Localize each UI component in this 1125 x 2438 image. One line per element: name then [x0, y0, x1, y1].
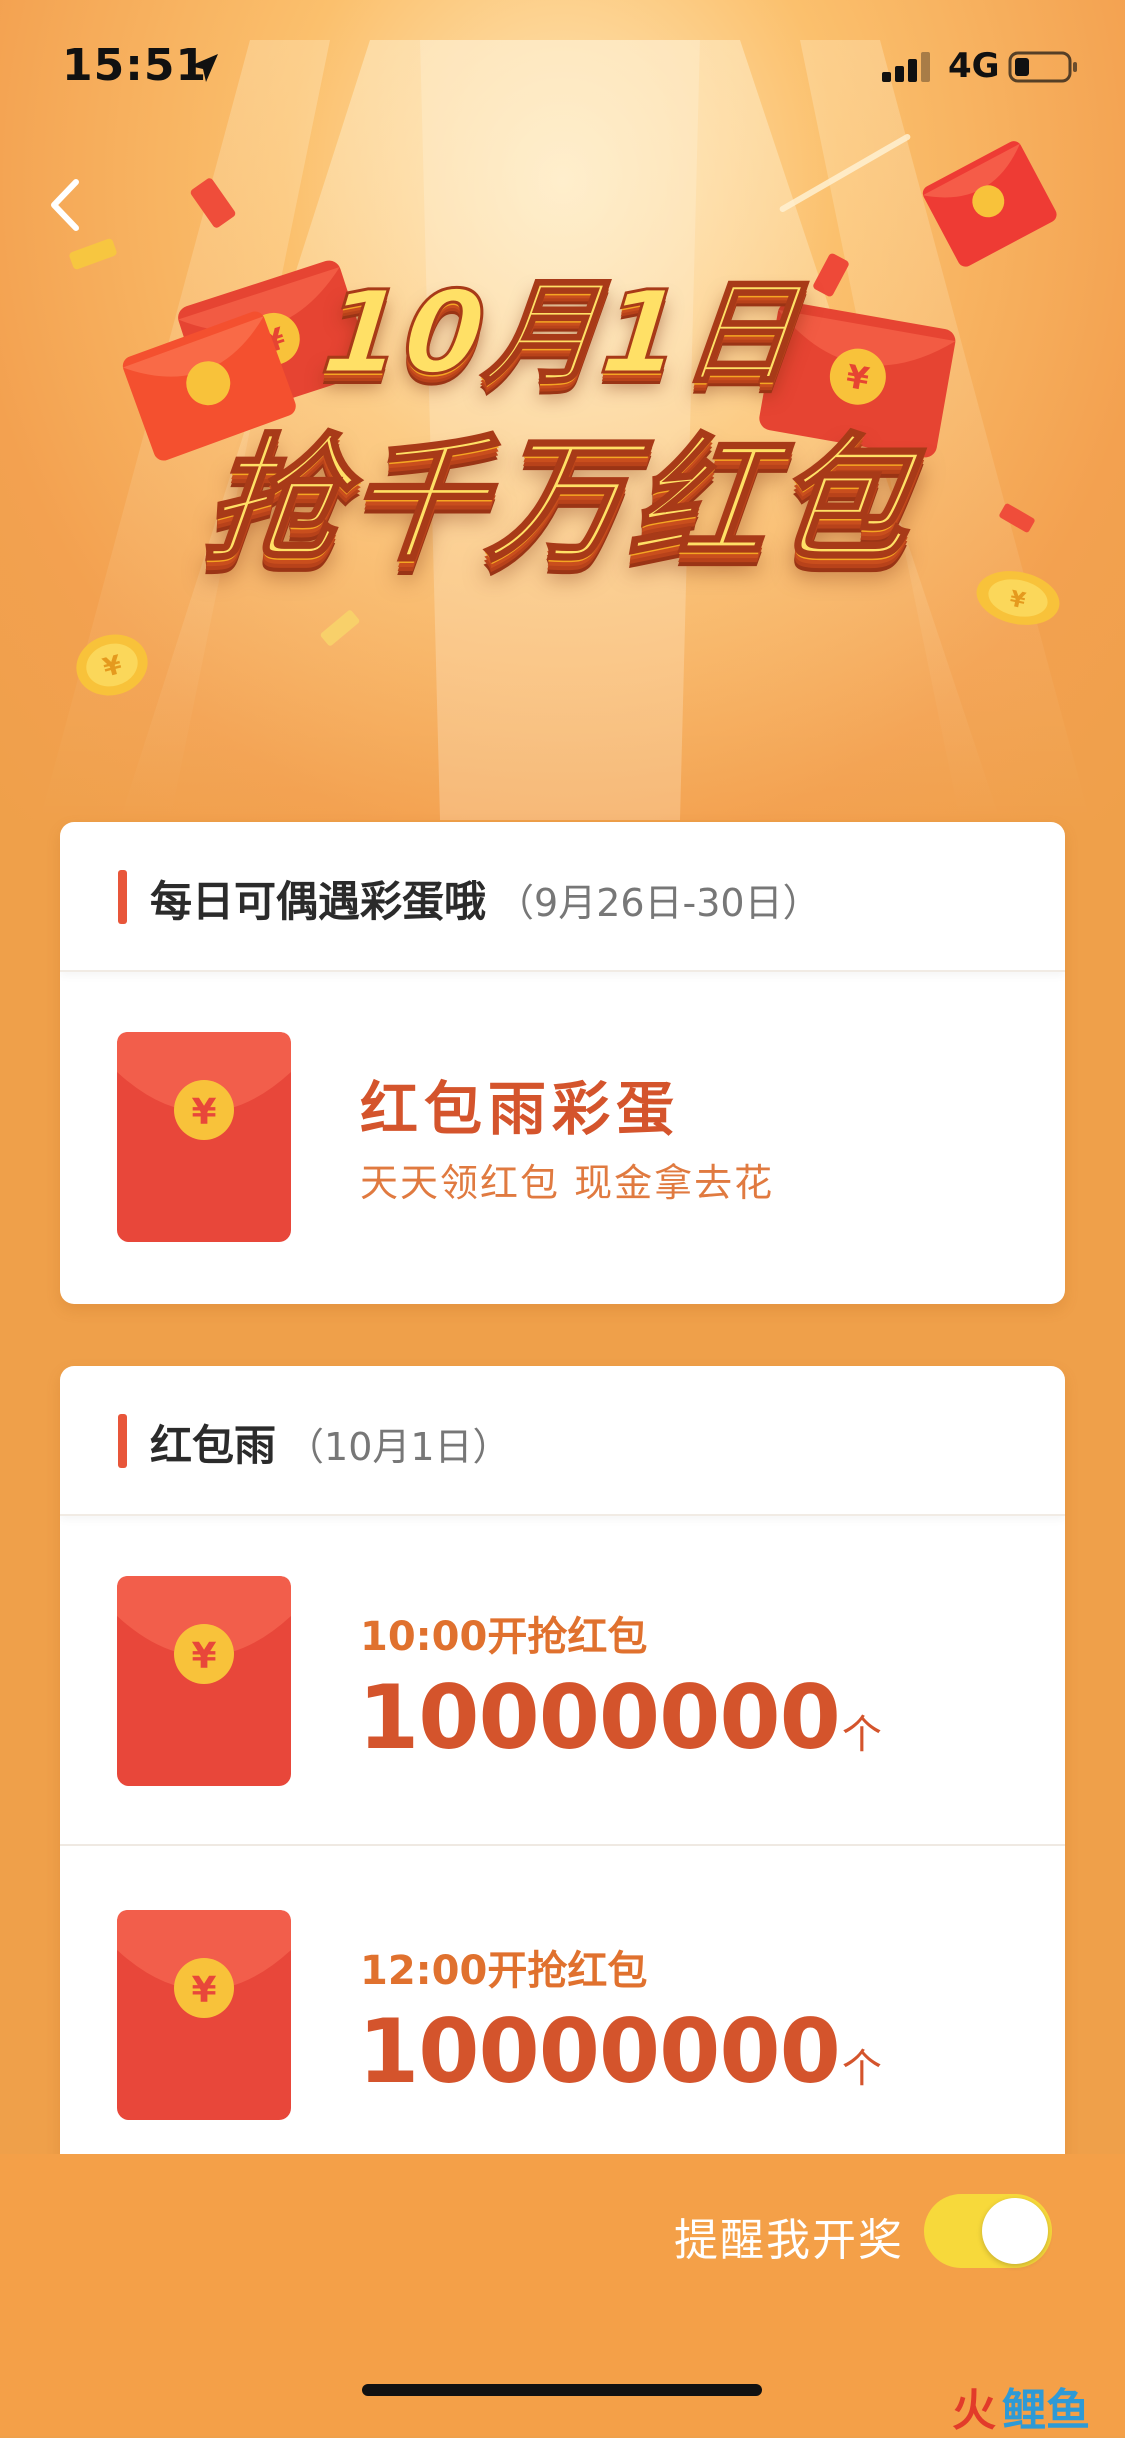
envelope-count: 10000000个: [358, 2000, 882, 2103]
network-label: 4G: [948, 46, 1000, 86]
header-accent-bar: [118, 1414, 127, 1468]
remind-label: 提醒我开奖: [674, 2215, 904, 2266]
card-header: 红包雨 （10月1日）: [60, 1366, 1065, 1516]
battery-icon: [1008, 51, 1077, 83]
item-description: 天天领红包 现金拿去花: [360, 1161, 775, 1205]
svg-text:¥: ¥: [191, 1092, 216, 1133]
red-envelope-icon[interactable]: ¥: [117, 1910, 291, 2120]
card-title-text: 每日可偶遇彩蛋哦: [150, 877, 487, 926]
location-arrow-icon: [190, 54, 218, 82]
card-date: （10月1日）: [286, 1425, 511, 1469]
card-header: 每日可偶遇彩蛋哦 （9月26日-30日）: [60, 822, 1065, 972]
envelope-count: 10000000个: [358, 1666, 882, 1769]
back-chevron-icon[interactable]: [36, 170, 96, 240]
banner-subtitle: 抢千万红包: [196, 421, 926, 582]
svg-text:¥: ¥: [191, 1970, 216, 2011]
card-title: 红包雨 （10月1日）: [150, 1412, 511, 1473]
card-title: 每日可偶遇彩蛋哦 （9月26日-30日）: [150, 868, 821, 929]
hero-banner: ¥ ¥ ¥ ¥ 10月1日 抢千万红包: [0, 0, 1125, 820]
red-envelope-icon[interactable]: ¥: [117, 1032, 291, 1242]
signal-icon: [882, 52, 930, 82]
watermark-logo: 火 鲤鱼: [952, 2370, 1112, 2436]
watermark-fire-text: 火: [952, 2385, 996, 2436]
status-bar: 15:51 4G: [0, 0, 1125, 120]
daily-easter-egg-card: 每日可偶遇彩蛋哦 （9月26日-30日） ¥ 红包雨彩蛋 天天领红包 现金拿去花: [60, 822, 1065, 1304]
red-envelope-rain-card: 红包雨 （10月1日） ¥ 10:00开抢红包 10000000个 ¥ 12:00…: [60, 1366, 1065, 2236]
svg-text:¥: ¥: [191, 1636, 216, 1677]
count-value: 10000000: [358, 2000, 841, 2103]
row-divider: [60, 1844, 1065, 1846]
card-title-text: 红包雨: [150, 1421, 277, 1470]
count-unit: 个: [841, 2046, 882, 2092]
red-envelope-icon[interactable]: ¥: [117, 1576, 291, 1786]
grab-time-label: 10:00开抢红包: [360, 1614, 648, 1660]
grab-time-label: 12:00开抢红包: [360, 1948, 648, 1994]
banner-title: 10月1日: [315, 265, 808, 401]
home-indicator[interactable]: [362, 2384, 762, 2396]
count-unit: 个: [841, 1712, 882, 1758]
watermark-text: 鲤鱼: [1002, 2385, 1090, 2436]
count-value: 10000000: [358, 1666, 841, 1769]
header-accent-bar: [118, 870, 127, 924]
card-date-range: （9月26日-30日）: [496, 881, 821, 925]
remind-toggle[interactable]: [924, 2194, 1052, 2268]
item-title[interactable]: 红包雨彩蛋: [360, 1062, 680, 1146]
toggle-knob: [982, 2198, 1048, 2264]
